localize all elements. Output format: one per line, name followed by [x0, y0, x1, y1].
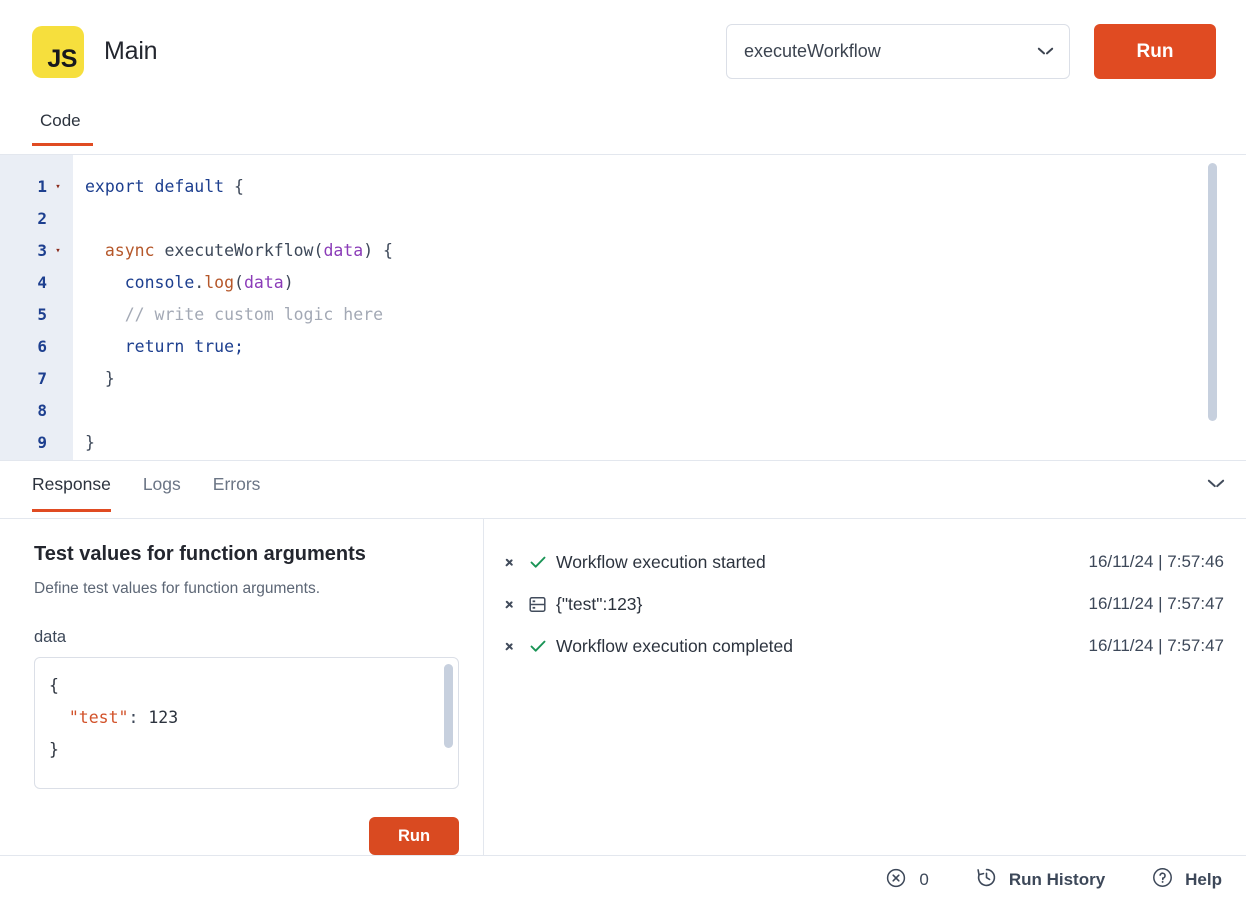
fold-arrow-icon[interactable]: ▾ [51, 235, 65, 267]
gutter-line: 3 ▾ [0, 235, 73, 267]
code-line-5: // write custom logic here [124, 305, 384, 324]
page-title: Main [104, 37, 158, 65]
help-label: Help [1185, 870, 1222, 889]
run-history-label: Run History [1008, 870, 1106, 889]
gutter-line: 8▾ [0, 395, 73, 427]
tab-logs[interactable]: Logs [143, 461, 181, 511]
chevron-right-icon[interactable] [502, 555, 522, 569]
gutter-line: 2▾ [0, 203, 73, 235]
chevron-down-icon [1038, 47, 1053, 56]
log-output-panel: Workflow execution started 16/11/24 | 7:… [484, 519, 1246, 855]
table-icon [522, 595, 556, 614]
log-message: Workflow execution completed [556, 635, 794, 656]
line-number: 5 [37, 305, 47, 324]
code-line-7: } [104, 369, 115, 388]
json-input-scrollbar[interactable] [444, 664, 453, 748]
check-icon [522, 552, 556, 572]
app-header: JS Main executeWorkflow Run [0, 0, 1246, 103]
editor-gutter: 1▾ 2▾ 3▾ 4▾ 5▾ 6▾ 7▾ 8▾ 9▾ [0, 155, 73, 460]
code-line-3: async executeWorkflow(data) { [104, 241, 393, 260]
code-line-4: console.log(data) [124, 273, 294, 292]
json-line: { [49, 676, 59, 695]
log-timestamp: 16/11/24 | 7:57:46 [1088, 552, 1225, 571]
js-logo-text: JS [47, 44, 77, 73]
error-count-item[interactable]: 0 [885, 867, 929, 894]
log-message: {"test":123} [556, 593, 643, 614]
error-count-value: 0 [919, 870, 929, 889]
body-split: Test values for function arguments Defin… [0, 519, 1246, 855]
json-key: "test" [68, 708, 129, 727]
json-value: 123 [148, 708, 179, 727]
gutter-line: 9▾ [0, 427, 73, 459]
js-logo-icon: JS [32, 25, 84, 78]
response-tab-bar: Response Logs Errors [0, 461, 1246, 519]
gutter-line: 1 ▾ [0, 171, 73, 203]
data-field-label: data [34, 628, 67, 646]
line-number: 7 [37, 369, 47, 388]
run-button[interactable]: Run [1094, 24, 1216, 79]
code-tab-bar: Code [0, 103, 1246, 155]
run-history-button[interactable]: Run History [975, 866, 1105, 894]
check-icon [522, 636, 556, 656]
line-number: 1 [37, 177, 47, 196]
test-values-title: Test values for function arguments [34, 543, 366, 565]
table-row[interactable]: Workflow execution started 16/11/24 | 7:… [484, 541, 1224, 583]
code-line-6: return true; [124, 337, 244, 356]
line-number: 8 [37, 401, 47, 420]
chevron-right-icon[interactable] [502, 597, 522, 611]
error-circle-icon [885, 867, 907, 894]
log-timestamp: 16/11/24 | 7:57:47 [1088, 636, 1225, 655]
gutter-line: 5▾ [0, 299, 73, 331]
gutter-line: 4▾ [0, 267, 73, 299]
line-number: 3 [37, 241, 47, 260]
test-values-description: Define test values for function argument… [34, 580, 321, 597]
chevron-down-icon[interactable] [1208, 479, 1224, 489]
function-select[interactable]: executeWorkflow [726, 24, 1070, 79]
table-row[interactable]: {"test":123} 16/11/24 | 7:57:47 [484, 583, 1224, 625]
test-run-row: Run [34, 817, 459, 855]
chevron-right-icon[interactable] [502, 639, 522, 653]
line-number: 4 [37, 273, 47, 292]
log-message: Workflow execution started [556, 551, 766, 572]
editor-scrollbar[interactable] [1208, 163, 1217, 421]
app-footer: 0 Run History Help [0, 855, 1246, 904]
line-number: 2 [37, 209, 47, 228]
gutter-line: 6▾ [0, 331, 73, 363]
line-number: 9 [37, 433, 47, 452]
fold-arrow-icon[interactable]: ▾ [51, 171, 65, 203]
test-run-button[interactable]: Run [369, 817, 459, 855]
help-button[interactable]: Help [1151, 866, 1222, 894]
tab-response[interactable]: Response [32, 461, 111, 512]
code-editor[interactable]: 1▾ 2▾ 3▾ 4▾ 5▾ 6▾ 7▾ 8▾ 9▾ export defaul… [0, 155, 1246, 461]
table-row[interactable]: Workflow execution completed 16/11/24 | … [484, 625, 1224, 667]
gutter-line: 7▾ [0, 363, 73, 395]
function-select-value: executeWorkflow [744, 41, 881, 61]
data-json-input[interactable]: { "test": 123 } [34, 657, 459, 789]
history-icon [975, 866, 998, 894]
line-number: 6 [37, 337, 47, 356]
app-root: JS Main executeWorkflow Run Code 1▾ 2▾ 3… [0, 0, 1246, 904]
code-line-9: } [85, 433, 95, 452]
question-circle-icon [1151, 866, 1174, 894]
test-values-panel: Test values for function arguments Defin… [0, 519, 484, 855]
tab-errors[interactable]: Errors [213, 461, 261, 511]
editor-code-area[interactable]: export default { async executeWorkflow(d… [73, 155, 1246, 460]
code-line-1: export default { [85, 177, 244, 196]
json-line: } [49, 740, 59, 759]
tab-code[interactable]: Code [32, 103, 93, 146]
json-line: "test": 123 [68, 708, 179, 727]
log-timestamp: 16/11/24 | 7:57:47 [1088, 594, 1225, 613]
